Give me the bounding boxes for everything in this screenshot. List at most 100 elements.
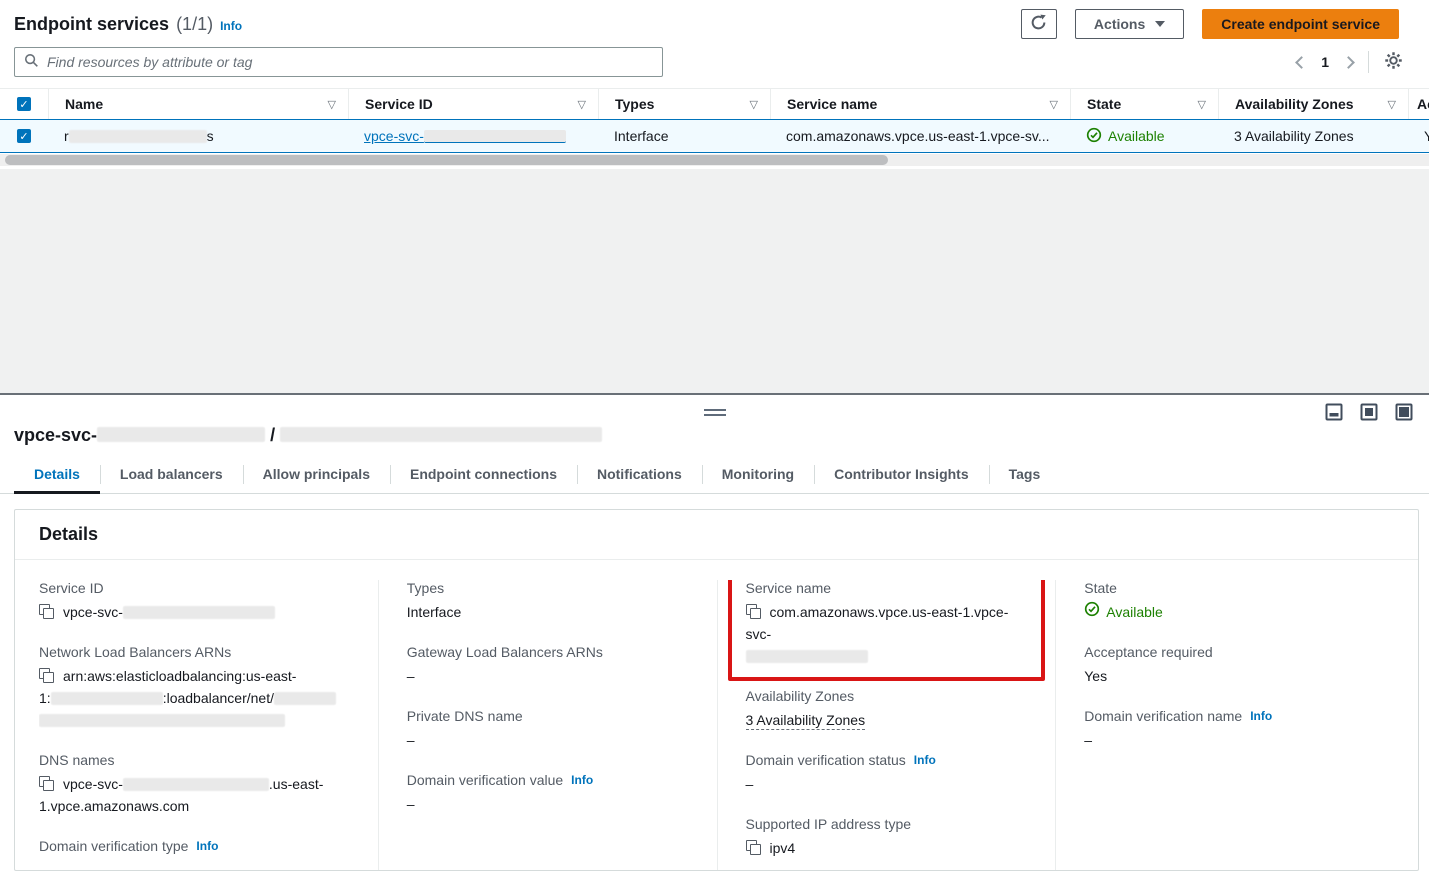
status-available-icon [1086,127,1102,146]
field-label: Domain verification value Info [407,772,689,788]
redacted-value [746,650,868,663]
field-value: – [746,773,1028,795]
tab-tags[interactable]: Tags [989,459,1061,494]
service-id-text: vpce-svc- [364,128,424,144]
panel-size-controls [1325,403,1413,424]
name-text-suffix: s [207,128,214,144]
tab-allow-principals[interactable]: Allow principals [243,459,390,494]
copy-icon[interactable] [39,776,54,791]
horizontal-scrollbar-thumb[interactable] [5,155,888,165]
column-header-service-name[interactable]: Service name [770,89,1070,119]
service-id-link[interactable]: vpce-svc- [364,128,566,144]
field-value: Available [1084,601,1366,623]
column-label: State [1087,96,1121,112]
filter-caret-icon[interactable] [578,98,586,111]
copy-icon[interactable] [39,604,54,619]
column-header-service-id[interactable]: Service ID [348,89,598,119]
copy-icon[interactable] [746,840,761,855]
filter-caret-icon[interactable] [1388,98,1396,111]
select-all-cell [0,89,48,119]
field-value: vpce-svc-.us-east- 1.vpce.amazonaws.com [39,773,350,817]
cell-state: Available [1070,127,1218,146]
table-row[interactable]: rs vpce-svc- Interface com.amazonaws.vpc… [0,119,1429,153]
label-text: Domain verification type [39,838,188,854]
dns-value-line1b: .us-east- [269,776,323,792]
tab-load-balancers[interactable]: Load balancers [100,459,243,494]
field-domain-verification-type: Domain verification type Info – [39,838,350,871]
field-availability-zones: Availability Zones 3 Availability Zones [746,688,1028,731]
info-link[interactable]: Info [571,773,593,787]
info-link[interactable]: Info [1250,709,1272,723]
info-link[interactable]: Info [196,839,218,853]
field-value: – [407,665,689,687]
field-types: Types Interface [407,580,689,623]
table-header-row: Name Service ID Types Service name State… [0,88,1429,119]
availability-zones-popover-link[interactable]: 3 Availability Zones [746,712,866,730]
panel-full-icon[interactable] [1395,403,1413,424]
field-domain-verification-name: Domain verification name Info – [1084,708,1366,751]
field-private-dns-name: Private DNS name – [407,708,689,751]
column-header-types[interactable]: Types [598,89,770,119]
cell-name: rs [48,128,348,144]
column-label: Service name [787,96,877,112]
horizontal-scrollbar[interactable] [0,154,1429,166]
row-select-cell [0,129,48,143]
page-number[interactable]: 1 [1321,54,1329,70]
details-column-4: State Available Acceptance required Yes [1055,580,1394,871]
create-endpoint-service-button[interactable]: Create endpoint service [1202,9,1399,39]
search-icon [24,53,39,71]
copy-icon[interactable] [746,604,761,619]
chevron-right-icon[interactable] [1342,56,1355,69]
field-label: Gateway Load Balancers ARNs [407,644,689,660]
field-supported-ip-type: Supported IP address type ipv4 [746,816,1028,859]
field-service-id: Service ID vpce-svc- [39,580,350,623]
availability-zones-popover-link[interactable]: 3 Availability Zones [1234,128,1354,144]
redacted-service-id [424,130,566,143]
filter-caret-icon[interactable] [1198,98,1206,111]
refresh-button[interactable] [1021,9,1057,39]
field-value: vpce-svc- [39,601,350,623]
field-value: – [39,859,350,871]
field-value: Interface [407,601,689,623]
label-text: Domain verification value [407,772,563,788]
empty-area [0,169,1429,393]
panel-collapse-icon[interactable] [1325,403,1343,424]
field-value: Yes [1084,665,1366,687]
copy-icon[interactable] [39,668,54,683]
filter-caret-icon[interactable] [750,98,758,111]
panel-half-icon[interactable] [1360,403,1378,424]
filter-caret-icon[interactable] [1050,98,1058,111]
search-input[interactable] [47,54,653,70]
tab-monitoring[interactable]: Monitoring [702,459,814,494]
label-text: Domain verification status [746,752,906,768]
drag-handle-icon[interactable] [704,409,726,416]
column-header-name[interactable]: Name [48,89,348,119]
tab-contributor-insights[interactable]: Contributor Insights [814,459,989,494]
row-checkbox-checked-icon[interactable] [17,129,31,143]
details-column-2: Types Interface Gateway Load Balancers A… [378,580,717,871]
info-link[interactable]: Info [914,753,936,767]
details-column-3: Service name com.amazonaws.vpce.us-east-… [717,580,1056,871]
title-info-link[interactable]: Info [220,19,242,33]
field-value: 3 Availability Zones [746,709,1028,731]
tab-endpoint-connections[interactable]: Endpoint connections [390,459,577,494]
header-actions: Actions Create endpoint service [1021,9,1399,39]
field-service-name-highlighted: Service name com.amazonaws.vpce.us-east-… [728,580,1046,681]
column-header-acceptance-required[interactable]: Acceptance required [1408,89,1429,119]
search-box[interactable] [14,47,663,77]
settings-gear-icon[interactable] [1384,51,1403,73]
state-text: Available [1106,601,1163,623]
cell-service-id: vpce-svc- [348,128,598,144]
state-value: Available [1086,127,1165,146]
tab-notifications[interactable]: Notifications [577,459,702,494]
list-header: Endpoint services (1/1) Info Actions Cre… [0,0,1429,41]
column-header-state[interactable]: State [1070,89,1218,119]
actions-button[interactable]: Actions [1075,9,1184,39]
filter-caret-icon[interactable] [328,98,336,111]
panel-title-separator: / [270,425,275,445]
select-all-checkbox-checked-icon[interactable] [17,97,31,111]
tab-details[interactable]: Details [14,459,100,494]
column-header-availability-zones[interactable]: Availability Zones [1218,89,1408,119]
name-text: r [64,128,69,144]
chevron-left-icon[interactable] [1295,56,1308,69]
